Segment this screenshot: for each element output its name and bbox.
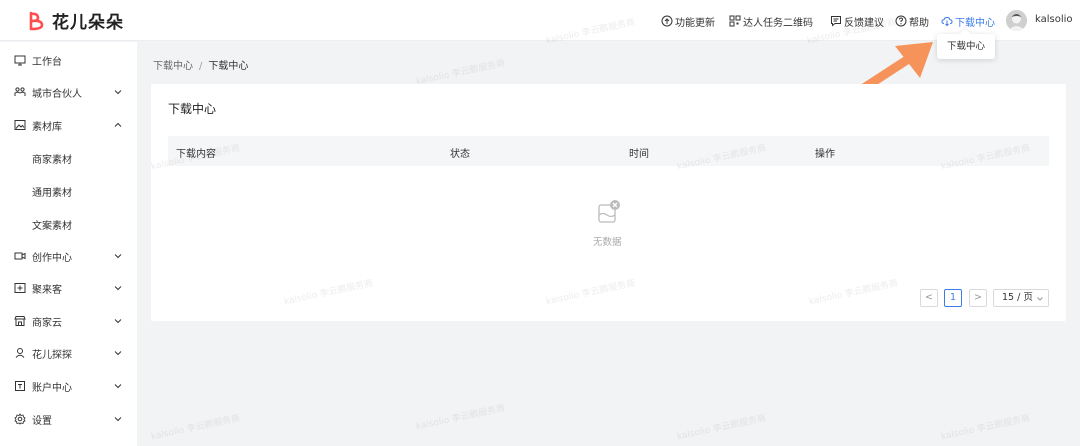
page-number-button[interactable]: 1 bbox=[944, 289, 962, 307]
nav-help[interactable]: 帮助 bbox=[895, 13, 929, 29]
avatar[interactable] bbox=[1006, 10, 1027, 31]
feedback-icon bbox=[831, 16, 841, 27]
nav-qrcode[interactable]: 达人任务二维码 bbox=[729, 13, 813, 29]
brand-logo[interactable]: 花儿朵朵 bbox=[26, 8, 124, 33]
help-icon bbox=[895, 15, 907, 27]
download-center-card: 下载中心 下载内容 状态 时间 操作 无数据 < 1 > 15 / 页 bbox=[151, 84, 1066, 321]
image-icon bbox=[14, 120, 26, 130]
empty-data-icon bbox=[598, 200, 620, 223]
top-header: 花儿朵朵 功能更新 达人任务二维码 反馈建议 帮助 下载中心 kalsolio bbox=[0, 0, 1080, 41]
sidebar-item-creation-center[interactable]: 创作中心 bbox=[0, 246, 137, 266]
page-size-value: 15 / 页 bbox=[1002, 292, 1033, 303]
sidebar-item-material-library[interactable]: 素材库 bbox=[0, 115, 137, 135]
nav-label: 帮助 bbox=[909, 17, 929, 29]
chevron-down-icon bbox=[114, 351, 122, 356]
sidebar-item-settings[interactable]: 设置 bbox=[0, 409, 137, 429]
sidebar-item-label: 工作台 bbox=[32, 57, 62, 68]
nav-download-center[interactable]: 下载中心 bbox=[941, 13, 995, 29]
column-header-time: 时间 bbox=[629, 149, 649, 160]
sidebar-item-account-center[interactable]: 账户中心 bbox=[0, 376, 137, 396]
partner-icon bbox=[14, 87, 26, 96]
sidebar: 工作台 城市合伙人 素材库 商家素材 通用素材 文案素材 创作中心 聚来客 商家… bbox=[0, 42, 137, 446]
page-size-select[interactable]: 15 / 页 bbox=[993, 289, 1049, 307]
nav-label: 功能更新 bbox=[675, 17, 715, 29]
customer-icon bbox=[14, 283, 26, 293]
brand-name: 花儿朵朵 bbox=[52, 13, 124, 33]
chevron-down-icon bbox=[114, 90, 122, 95]
sidebar-item-julaike[interactable]: 聚来客 bbox=[0, 278, 137, 298]
nav-label: 反馈建议 bbox=[844, 17, 884, 29]
cloud-download-icon bbox=[941, 16, 953, 27]
breadcrumb-parent[interactable]: 下载中心 bbox=[153, 61, 193, 72]
store-icon bbox=[14, 316, 26, 326]
breadcrumb: 下载中心 / 下载中心 bbox=[153, 57, 248, 72]
chevron-down-icon bbox=[114, 417, 122, 422]
explore-icon bbox=[15, 348, 25, 358]
qrcode-icon bbox=[729, 15, 741, 27]
nav-feature-update[interactable]: 功能更新 bbox=[661, 13, 715, 29]
settings-icon bbox=[14, 413, 26, 425]
chevron-down-icon bbox=[114, 384, 122, 389]
chevron-up-icon bbox=[114, 122, 122, 127]
brand-logo-icon bbox=[29, 11, 44, 30]
column-header-content: 下载内容 bbox=[176, 149, 216, 160]
watermark: kalsolio 李云鹏服务商 bbox=[940, 413, 1032, 443]
sidebar-item-label: 创作中心 bbox=[32, 253, 72, 264]
column-header-action: 操作 bbox=[815, 149, 835, 160]
nav-label: 下载中心 bbox=[955, 17, 995, 29]
sidebar-item-label: 花儿探探 bbox=[32, 350, 72, 361]
watermark: kalsolio 李云鹏服务商 bbox=[676, 413, 768, 443]
chevron-down-icon bbox=[1037, 297, 1043, 301]
feature-update-icon bbox=[661, 15, 673, 27]
monitor-icon bbox=[14, 55, 26, 66]
sidebar-item-huaer-tantan[interactable]: 花儿探探 bbox=[0, 343, 137, 363]
watermark: kalsolio 李云鹏服务商 bbox=[150, 413, 242, 443]
page-title: 下载中心 bbox=[168, 102, 217, 116]
sidebar-item-label: 素材库 bbox=[32, 122, 62, 133]
table-header: 下载内容 状态 时间 操作 bbox=[168, 136, 1049, 166]
sidebar-item-label: 城市合伙人 bbox=[32, 89, 82, 100]
prev-page-button[interactable]: < bbox=[920, 289, 938, 307]
sidebar-item-city-partner[interactable]: 城市合伙人 bbox=[0, 82, 137, 102]
chevron-down-icon bbox=[114, 286, 122, 291]
sidebar-item-label: 账户中心 bbox=[32, 383, 72, 394]
sidebar-subitem-merchant-material[interactable]: 商家素材 bbox=[32, 151, 72, 166]
sidebar-item-label: 聚来客 bbox=[32, 285, 62, 296]
breadcrumb-current: 下载中心 bbox=[208, 61, 249, 72]
chevron-down-icon bbox=[114, 254, 122, 259]
watermark: kalsolio 李云鹏服务商 bbox=[415, 58, 507, 88]
nav-label: 达人任务二维码 bbox=[743, 17, 813, 29]
username[interactable]: kalsolio bbox=[1035, 14, 1073, 25]
next-page-button[interactable]: > bbox=[969, 289, 987, 307]
empty-data-text: 无数据 bbox=[593, 237, 622, 248]
video-icon bbox=[14, 252, 26, 260]
account-icon bbox=[15, 381, 25, 391]
breadcrumb-separator: / bbox=[199, 61, 203, 72]
user-avatar-icon bbox=[1006, 10, 1027, 31]
nav-feedback[interactable]: 反馈建议 bbox=[830, 13, 884, 29]
sidebar-item-workbench[interactable]: 工作台 bbox=[0, 50, 137, 70]
download-center-tooltip: 下载中心 bbox=[937, 34, 995, 59]
column-header-status: 状态 bbox=[450, 149, 470, 160]
sidebar-subitem-general-material[interactable]: 通用素材 bbox=[32, 184, 72, 199]
sidebar-item-merchant-cloud[interactable]: 商家云 bbox=[0, 311, 137, 331]
sidebar-item-label: 商家云 bbox=[32, 318, 62, 329]
watermark: kalsolio 李云鹏服务商 bbox=[415, 403, 507, 433]
chevron-down-icon bbox=[114, 319, 122, 324]
sidebar-item-label: 设置 bbox=[32, 416, 52, 427]
sidebar-subitem-copy-material[interactable]: 文案素材 bbox=[32, 217, 72, 232]
